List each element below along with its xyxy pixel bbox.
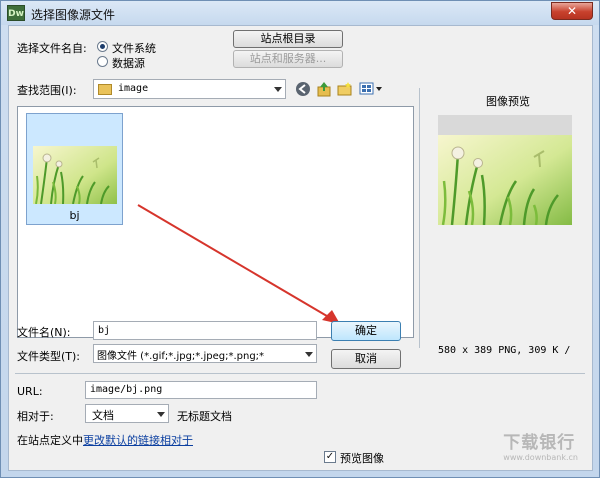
divider — [15, 373, 585, 374]
dreamweaver-app-icon: Dw — [7, 5, 25, 21]
filetype-select[interactable]: 图像文件 (*.gif;*.jpg;*.jpeg;*.png;* — [93, 344, 317, 363]
file-item-name: bj — [69, 209, 80, 222]
site-definition-text: 在站点定义中更改默认的链接相对于 — [17, 432, 193, 448]
preview-frame — [438, 115, 572, 225]
file-item-bj[interactable]: bj — [26, 113, 123, 225]
relative-select[interactable]: 文档 — [85, 404, 169, 423]
new-folder-icon[interactable] — [337, 81, 353, 97]
annotation-arrow — [137, 204, 340, 324]
chevron-down-icon[interactable] — [274, 87, 282, 92]
relative-value: 文档 — [92, 409, 114, 422]
radio-file-system-label[interactable]: 文件系统 — [112, 40, 156, 56]
preview-image — [438, 135, 572, 225]
site-root-button[interactable]: 站点根目录 — [233, 30, 343, 48]
preview-info: 580 x 389 PNG, 309 K / — [438, 345, 571, 356]
radio-file-system[interactable] — [97, 41, 108, 52]
site-server-button[interactable]: 站点和服务器... — [233, 50, 343, 68]
filename-input[interactable]: bj — [93, 321, 317, 340]
lookin-folder-name: image — [118, 83, 149, 94]
site-definition-prefix: 在站点定义中 — [17, 434, 83, 447]
folder-icon — [98, 84, 112, 95]
preview-divider — [419, 88, 420, 348]
chevron-down-icon[interactable] — [305, 351, 313, 357]
cancel-button[interactable]: 取消 — [331, 349, 401, 369]
lookin-combo[interactable]: image — [93, 79, 286, 99]
filename-label: 文件名(N): — [17, 326, 71, 339]
image-thumbnail — [33, 146, 117, 204]
preview-panel: 图像预览 580 x 389 PNG, 309 K / — [428, 88, 588, 358]
chevron-down-icon[interactable] — [157, 411, 165, 417]
view-menu-icon[interactable] — [359, 81, 383, 97]
dialog-window: Dw 选择图像源文件 ✕ 选择文件名自: 文件系统 数据源 站点根目录 站点和服… — [0, 0, 600, 478]
filetype-value: 图像文件 (*.gif;*.jpg;*.jpeg;*.png;* — [97, 351, 265, 362]
preview-checkbox-label[interactable]: 预览图像 — [340, 450, 384, 466]
preview-checkbox[interactable]: ✓ — [324, 451, 336, 463]
back-icon[interactable] — [295, 81, 311, 97]
file-list-view[interactable]: bj — [17, 106, 414, 338]
radio-data-source[interactable] — [97, 56, 108, 67]
filetype-label: 文件类型(T): — [17, 350, 81, 363]
url-input[interactable]: image/bj.png — [85, 381, 317, 399]
url-label: URL: — [17, 385, 43, 398]
dialog-client: 选择文件名自: 文件系统 数据源 站点根目录 站点和服务器... 查找范围(I)… — [8, 25, 593, 471]
change-default-link[interactable]: 更改默认的链接相对于 — [83, 434, 193, 447]
lookin-label: 查找范围(I): — [17, 84, 77, 97]
source-label: 选择文件名自: — [17, 42, 87, 55]
close-button[interactable]: ✕ — [551, 2, 593, 20]
watermark-url: www.downbank.cn — [503, 453, 578, 462]
document-name: 无标题文档 — [177, 410, 232, 423]
preview-title: 图像预览 — [486, 95, 530, 108]
watermark-brand: 下载银行 — [503, 433, 576, 453]
radio-data-source-label[interactable]: 数据源 — [112, 55, 145, 71]
title-bar[interactable]: Dw 选择图像源文件 ✕ — [1, 1, 599, 25]
ok-button[interactable]: 确定 — [331, 321, 401, 341]
relative-label: 相对于: — [17, 410, 54, 423]
window-title: 选择图像源文件 — [31, 8, 116, 22]
watermark: 下载银行 www.downbank.cn — [503, 428, 578, 462]
up-folder-icon[interactable] — [316, 81, 332, 97]
